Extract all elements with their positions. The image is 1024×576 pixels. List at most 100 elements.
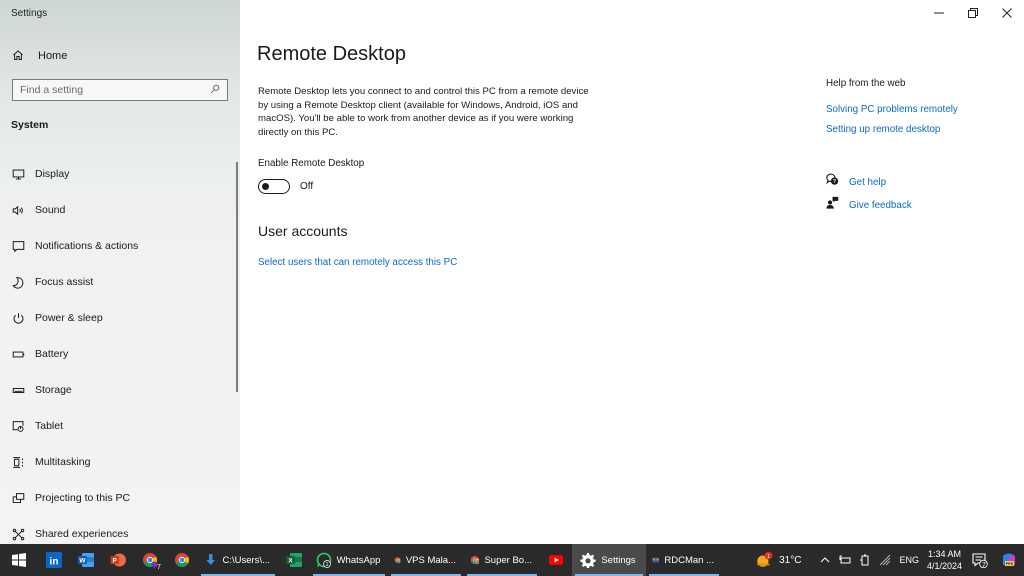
start-button[interactable] bbox=[0, 544, 38, 576]
battery-icon bbox=[11, 347, 25, 361]
sidebar-item-multitasking[interactable]: Multitasking bbox=[0, 444, 232, 480]
get-help-icon: ? bbox=[826, 173, 839, 191]
close-button[interactable] bbox=[990, 0, 1024, 26]
search-input[interactable] bbox=[20, 84, 210, 96]
toggle-knob bbox=[262, 182, 269, 190]
sidebar-item-notifications[interactable]: Notifications & actions bbox=[0, 228, 232, 264]
search-box[interactable] bbox=[12, 79, 228, 101]
sidebar-item-label: Display bbox=[35, 168, 70, 180]
get-help-link[interactable]: Get help bbox=[849, 177, 886, 188]
taskbar: in W P 7 C:\Users\... X 1 WhatsApp VPS M… bbox=[0, 544, 1024, 576]
taskbar-chrome-profile[interactable]: 7 bbox=[134, 544, 166, 576]
weather-badge: 1 bbox=[767, 554, 770, 560]
sidebar-item-tablet[interactable]: Tablet bbox=[0, 408, 232, 444]
taskbar-powerpoint[interactable]: P bbox=[102, 544, 134, 576]
taskbar-excel[interactable]: X bbox=[278, 544, 310, 576]
gear-icon bbox=[580, 553, 596, 568]
powerpoint-icon: P bbox=[110, 553, 126, 567]
action-center-button[interactable]: 7 bbox=[966, 544, 994, 576]
taskbar-app-label: Settings bbox=[601, 554, 636, 566]
taskbar-linkedin[interactable]: in bbox=[38, 544, 70, 576]
svg-text:P: P bbox=[113, 558, 118, 565]
language-indicator[interactable]: ENG bbox=[895, 544, 923, 576]
sidebar-item-projecting[interactable]: Projecting to this PC bbox=[0, 480, 232, 516]
windows-logo-icon bbox=[12, 553, 26, 567]
chrome-icon bbox=[175, 553, 189, 567]
tray-network-adapter[interactable] bbox=[835, 544, 855, 576]
help-from-web-heading: Help from the web bbox=[826, 78, 906, 89]
rdcman-icon bbox=[652, 557, 659, 563]
chrome-profile-badge: 7 bbox=[157, 563, 161, 571]
setting-up-remote-desktop-link[interactable]: Setting up remote desktop bbox=[826, 124, 940, 135]
enable-remote-desktop-label: Enable Remote Desktop bbox=[258, 158, 365, 169]
clock-date: 4/1/2024 bbox=[926, 561, 962, 571]
sound-icon bbox=[11, 203, 25, 217]
chrome-profile-icon bbox=[470, 555, 479, 565]
sidebar-item-storage[interactable]: Storage bbox=[0, 372, 232, 408]
toggle-state-text: Off bbox=[300, 181, 314, 192]
taskbar-app-label: Super Bo... bbox=[484, 554, 532, 566]
restore-button[interactable] bbox=[956, 0, 990, 26]
sidebar-item-battery[interactable]: Battery bbox=[0, 336, 232, 372]
battery-tray-icon bbox=[860, 554, 869, 566]
sidebar-item-label: Battery bbox=[35, 348, 69, 360]
taskbar-downloads-folder[interactable]: C:\Users\... bbox=[198, 544, 278, 576]
taskbar-whatsapp[interactable]: 1 WhatsApp bbox=[310, 544, 388, 576]
taskbar-settings[interactable]: Settings bbox=[572, 544, 646, 576]
sidebar-item-label: Notifications & actions bbox=[35, 240, 139, 252]
sidebar-item-display[interactable]: Display bbox=[0, 156, 232, 192]
sidebar-item-sound[interactable]: Sound bbox=[0, 192, 232, 228]
minimize-button[interactable] bbox=[922, 0, 956, 26]
give-feedback-link[interactable]: Give feedback bbox=[849, 200, 912, 211]
sidebar-item-power-sleep[interactable]: Power & sleep bbox=[0, 300, 232, 336]
close-icon bbox=[1002, 8, 1012, 18]
taskbar-youtube[interactable] bbox=[540, 544, 572, 576]
settings-window: Settings Home System Display Sound bbox=[0, 0, 1024, 544]
sidebar: Settings Home System Display Sound bbox=[0, 0, 240, 544]
solving-pc-problems-link[interactable]: Solving PC problems remotely bbox=[826, 104, 958, 115]
tray-device[interactable] bbox=[855, 544, 875, 576]
home-icon bbox=[12, 49, 24, 64]
youtube-icon bbox=[549, 555, 563, 565]
sidebar-scrollbar[interactable] bbox=[236, 162, 238, 392]
get-help-row[interactable]: ? Get help bbox=[826, 173, 886, 191]
taskbar-app-label: VPS Mala... bbox=[405, 554, 456, 566]
sidebar-item-label: Sound bbox=[35, 204, 66, 216]
give-feedback-row[interactable]: Give feedback bbox=[826, 196, 912, 214]
svg-text:in: in bbox=[50, 557, 59, 568]
taskbar-chrome-vps[interactable]: VPS Mala... bbox=[388, 544, 464, 576]
taskbar-word[interactable]: W bbox=[70, 544, 102, 576]
taskbar-rdcman[interactable]: RDCMan ... bbox=[646, 544, 722, 576]
shared-experiences-icon bbox=[11, 527, 25, 541]
enable-remote-desktop-toggle[interactable] bbox=[258, 179, 290, 194]
svg-text:FPS: FPS bbox=[1006, 562, 1014, 566]
weather-temp: 31°C bbox=[779, 554, 802, 566]
tray-app-copilot[interactable]: FPS bbox=[994, 544, 1024, 576]
system-tray: 1 31°C ENG 1:34 AM 4/1/2024 7 FPS bbox=[751, 544, 1024, 576]
taskbar-chrome[interactable] bbox=[166, 544, 198, 576]
weather-sun-icon: 1 bbox=[755, 551, 773, 569]
home-label: Home bbox=[38, 50, 68, 62]
chrome-profile-icon bbox=[394, 557, 401, 564]
taskbar-app-label: C:\Users\... bbox=[222, 554, 270, 566]
sidebar-item-focus-assist[interactable]: Focus assist bbox=[0, 264, 232, 300]
enable-remote-desktop-row: Off bbox=[258, 179, 313, 194]
sidebar-item-label: Projecting to this PC bbox=[35, 492, 131, 504]
notification-count: 7 bbox=[982, 561, 986, 569]
clock[interactable]: 1:34 AM 4/1/2024 bbox=[923, 544, 966, 576]
moon-icon bbox=[11, 275, 25, 289]
taskbar-chrome-super[interactable]: Super Bo... bbox=[464, 544, 540, 576]
search-icon[interactable] bbox=[210, 81, 220, 99]
tablet-icon bbox=[11, 419, 25, 433]
ethernet-icon bbox=[839, 555, 851, 564]
multitasking-icon bbox=[11, 455, 25, 469]
select-users-link[interactable]: Select users that can remotely access th… bbox=[258, 257, 457, 268]
svg-text:W: W bbox=[79, 558, 86, 565]
show-hidden-icons-button[interactable] bbox=[815, 544, 835, 576]
sidebar-home[interactable]: Home bbox=[12, 47, 67, 65]
tray-wifi[interactable] bbox=[875, 544, 895, 576]
page-title: Remote Desktop bbox=[257, 43, 406, 65]
sidebar-item-label: Tablet bbox=[35, 420, 64, 432]
app-title: Settings bbox=[11, 8, 48, 19]
weather-widget[interactable]: 1 31°C bbox=[751, 544, 805, 576]
